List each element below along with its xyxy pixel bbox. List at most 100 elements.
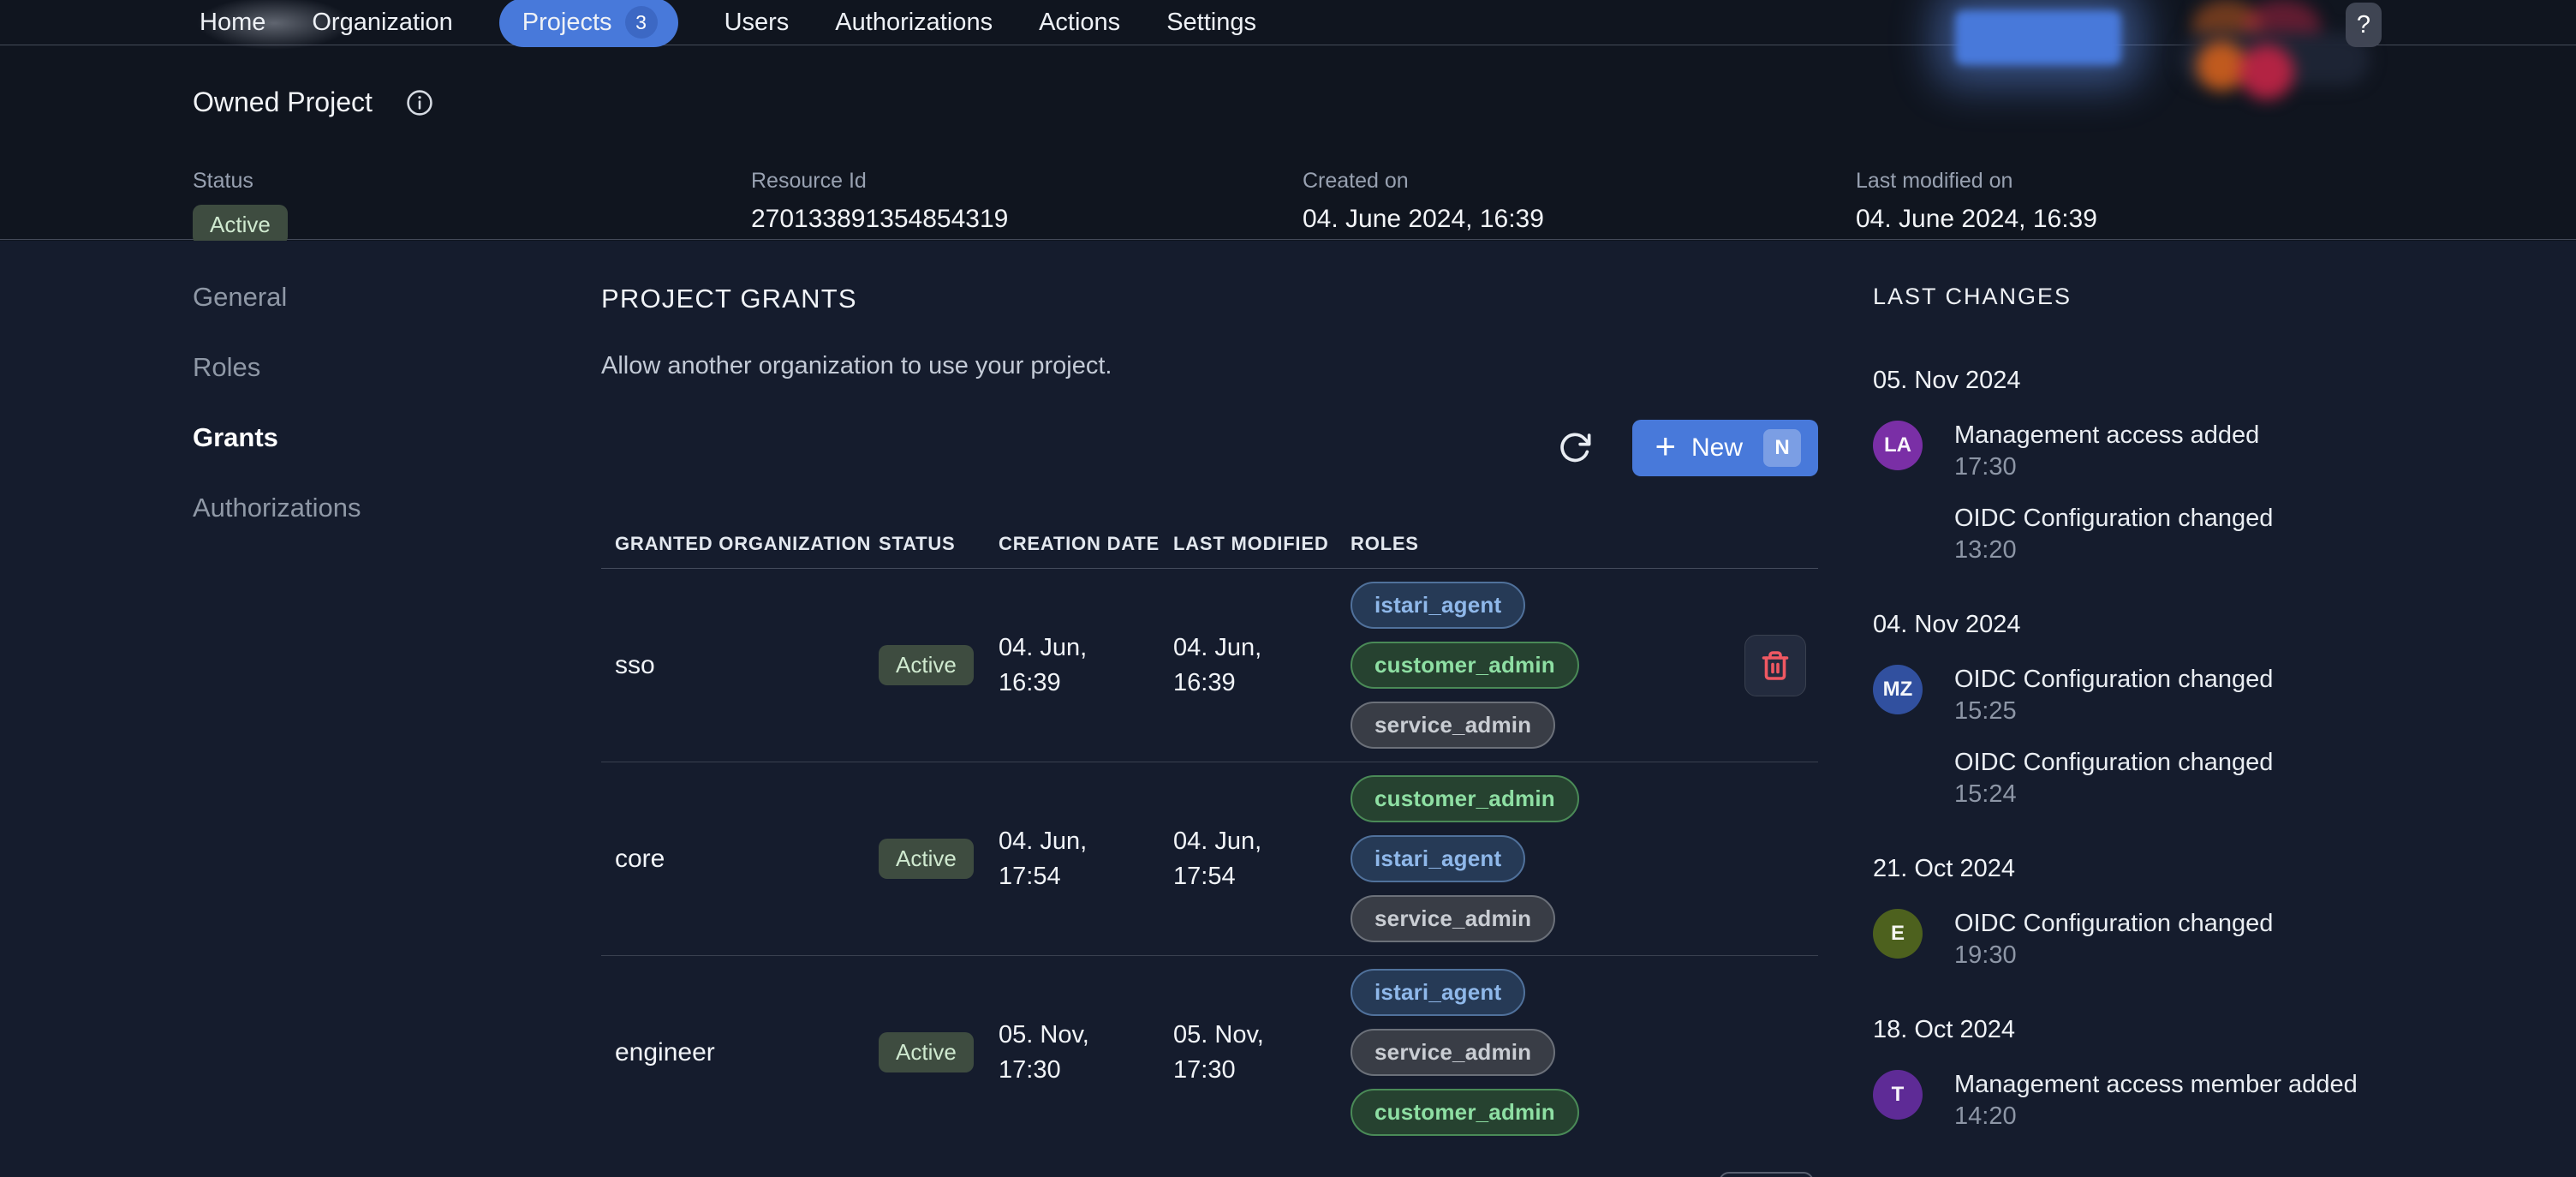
roles-cell: customer_admin istari_agent service_admin [1351,775,1744,942]
date-line: 04. Jun, [999,824,1173,859]
date-line: 05. Nov, [1173,1018,1351,1053]
help-button[interactable]: ? [2346,3,2382,47]
change-time: 14:20 [1954,1102,2358,1131]
nav-item-home[interactable]: Home [200,9,265,37]
nav-item-users[interactable]: Users [724,9,790,37]
meta-column: Status Active [193,169,751,245]
change-group: 04. Nov 2024 MZ OIDC Configuration changed… [1873,611,2438,809]
date-line: 17:30 [999,1053,1173,1088]
column-header: ROLES [1351,533,1744,555]
primary-nav: Home Organization Projects 3 Users Authorizat… [200,0,1256,45]
table-row[interactable]: engineerActive05. Nov,17:3005. Nov,17:30… [601,956,1818,1149]
delete-button[interactable] [1744,635,1806,696]
role-badge: istari_agent [1351,835,1525,882]
sidebar-item-grants[interactable]: Grants [193,421,361,454]
table-row[interactable]: ssoActive04. Jun,16:3904. Jun,16:39istar… [601,569,1818,762]
creation-date-cell: 04. Jun,17:54 [999,824,1173,894]
project-meta: Status Active Resource Id27013389135485431… [193,169,2097,245]
nav-item-label: Organization [312,9,452,37]
last-modified-cell: 04. Jun,17:54 [1173,824,1351,894]
date-line: 04. Jun, [1173,630,1351,666]
grants-section: PROJECT GRANTS Allow another organizatio… [601,284,1818,1149]
column-header: CREATION DATE [999,533,1173,555]
nav-item-actions[interactable]: Actions [1039,9,1120,37]
nav-item-label: Projects [522,9,612,37]
roles-cell: istari_agentcustomer_adminservice_admin [1351,582,1744,749]
change-body: EOIDC Configuration changed19:30 [1873,909,2438,970]
meta-value: 04. June 2024, 16:39 [1303,205,1856,234]
new-button[interactable]: + New N [1632,420,1818,476]
nav-item-organization[interactable]: Organization [312,9,452,37]
status-badge: Active [879,645,974,685]
console-page: Home Organization Projects 3 Users Authorizat… [0,0,2576,1177]
status-badge: Active [193,205,288,245]
date-line: 16:39 [1173,666,1351,701]
granted-organization-cell: sso [615,651,879,680]
column-header: LAST MODIFIED [1173,533,1351,555]
section-sidebar: General Roles Grants Authorizations [193,281,361,562]
avatar: MZ [1873,665,1923,714]
nav-item-projects[interactable]: Projects 3 [499,0,678,47]
nav-item-label: Authorizations [835,9,993,37]
last-changes-list: 05. Nov 2024LAManagement access added17:… [1873,367,2438,1177]
new-button-label: New [1691,433,1743,463]
paginator-partial[interactable] [1719,1172,1814,1177]
blurred-action-button[interactable] [1955,10,2121,65]
nav-item-authorizations[interactable]: Authorizations [835,9,993,37]
table-row[interactable]: coreActive04. Jun,17:5404. Jun,17:54cust… [601,762,1818,956]
change-event: OIDC Configuration changed13:20 [1954,504,2273,565]
column-header: GRANTED ORGANIZATION [615,533,879,555]
page-title: Owned Project [193,87,373,118]
creation-date-cell: 04. Jun,16:39 [999,630,1173,701]
last-changes-title: LAST CHANGES [1873,284,2438,310]
role-badge: customer_admin [1351,775,1579,822]
status-cell: Active [879,839,999,879]
nav-count-badge: 3 [625,6,658,39]
meta-value: 04. June 2024, 16:39 [1856,205,2097,234]
refresh-button[interactable] [1553,427,1596,469]
change-event: Management access added17:30 [1954,421,2273,481]
last-modified-cell: 04. Jun,16:39 [1173,630,1351,701]
avatar: T [1873,1070,1923,1120]
granted-organization-cell: engineer [615,1038,879,1067]
change-event: OIDC Configuration changed15:24 [1954,748,2273,809]
role-badge: service_admin [1351,895,1555,942]
change-group: 18. Oct 2024 T Management access member ad… [1873,1016,2438,1131]
meta-label: Resource Id [751,169,1303,194]
status-badge: Active [879,839,974,879]
table-body: ssoActive04. Jun,16:3904. Jun,16:39istar… [601,569,1818,1149]
change-events: Management access added17:30 OIDC Configu… [1954,421,2273,565]
avatar-blur-shape [2197,41,2246,91]
status-cell: Active [879,1032,999,1072]
date-line: 17:30 [1173,1053,1351,1088]
content-area: General Roles Grants Authorizations PROJECT… [0,241,2576,1177]
nav-item-label: Settings [1166,9,1256,37]
role-badge: service_admin [1351,1029,1555,1076]
change-events: Management access member added14:20 [1954,1070,2358,1131]
role-badge: istari_agent [1351,969,1525,1016]
change-group: 21. Oct 2024EOIDC Configuration changed1… [1873,855,2438,970]
avatar: LA [1873,421,1923,470]
granted-organization-cell: core [615,845,879,874]
meta-column: Resource Id270133891354854319 [751,169,1303,245]
keyboard-shortcut-badge: N [1763,429,1801,467]
nav-item-settings[interactable]: Settings [1166,9,1256,37]
status-badge: Active [879,1032,974,1072]
date-line: 04. Jun, [1173,824,1351,859]
info-icon[interactable] [405,88,434,117]
avatar: E [1873,909,1923,959]
change-date: 04. Nov 2024 [1873,611,2438,639]
change-date: 18. Oct 2024 [1873,1016,2438,1044]
meta-column: Created on04. June 2024, 16:39 [1303,169,1856,245]
avatar-blur-shape [2239,45,2294,99]
sidebar-item-authorizations[interactable]: Authorizations [193,492,361,524]
sidebar-item-general[interactable]: General [193,281,361,314]
nav-item-label: Users [724,9,790,37]
last-changes-panel: LAST CHANGES 05. Nov 2024LAManagement ac… [1873,284,2438,1177]
change-event: OIDC Configuration changed15:25 [1954,665,2273,726]
change-time: 15:24 [1954,780,2273,809]
top-nav: Home Organization Projects 3 Users Authorizat… [0,0,2576,45]
meta-label: Status [193,169,751,194]
change-title: OIDC Configuration changed [1954,665,2273,694]
sidebar-item-roles[interactable]: Roles [193,351,361,384]
